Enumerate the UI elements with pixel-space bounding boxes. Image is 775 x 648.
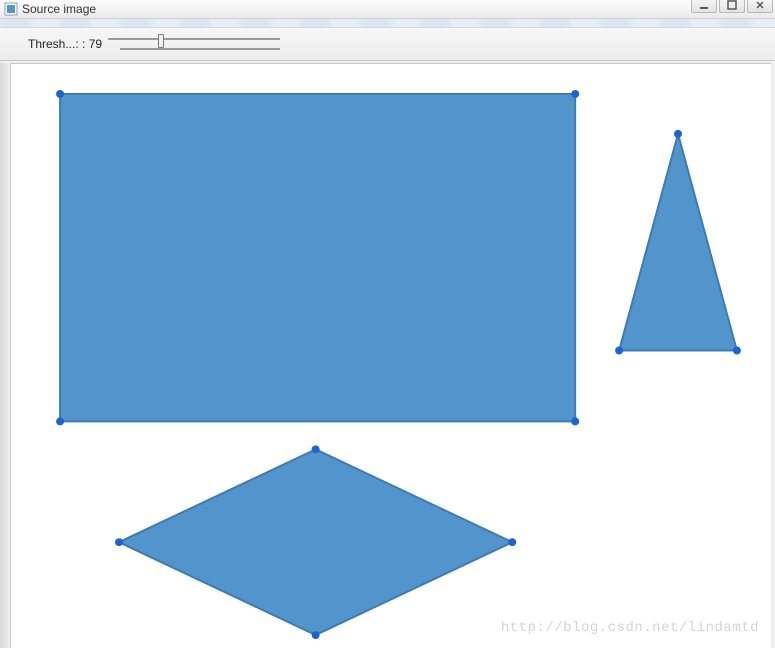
vertex-dot	[615, 347, 623, 355]
threshold-slider[interactable]	[108, 32, 280, 56]
vertex-dot	[733, 347, 741, 355]
shapes-svg	[11, 64, 771, 648]
canvas: http://blog.csdn.net/lindamtd	[10, 63, 771, 648]
vertex-dot	[312, 631, 320, 639]
vertex-dot	[674, 130, 682, 138]
maximize-button[interactable]	[719, 0, 745, 13]
vertex-dot	[312, 445, 320, 453]
rhombus-shape	[119, 449, 512, 635]
blurred-toolbar	[0, 19, 775, 27]
watermark-text: http://blog.csdn.net/lindamtd	[501, 620, 759, 636]
threshold-label: Thresh...: : 79	[28, 37, 102, 51]
titlebar: Source image	[0, 0, 775, 19]
app-icon	[4, 2, 18, 16]
threshold-value: 79	[89, 37, 102, 51]
slider-thumb[interactable]	[158, 34, 164, 48]
threshold-label-text: Thresh...: :	[28, 37, 85, 51]
close-button[interactable]	[747, 0, 773, 13]
triangle-shape	[619, 134, 737, 351]
vertex-dot	[56, 90, 64, 98]
window-controls	[691, 0, 773, 13]
vertex-dot	[56, 417, 64, 425]
window-title: Source image	[22, 2, 96, 16]
left-margin	[0, 63, 10, 648]
vertex-dot	[571, 90, 579, 98]
vertex-dot	[115, 538, 123, 546]
vertex-dot	[508, 538, 516, 546]
minimize-button[interactable]	[691, 0, 717, 13]
vertex-dot	[571, 417, 579, 425]
trackbar-panel: Thresh...: : 79	[0, 27, 775, 61]
rectangle-shape	[60, 94, 575, 421]
